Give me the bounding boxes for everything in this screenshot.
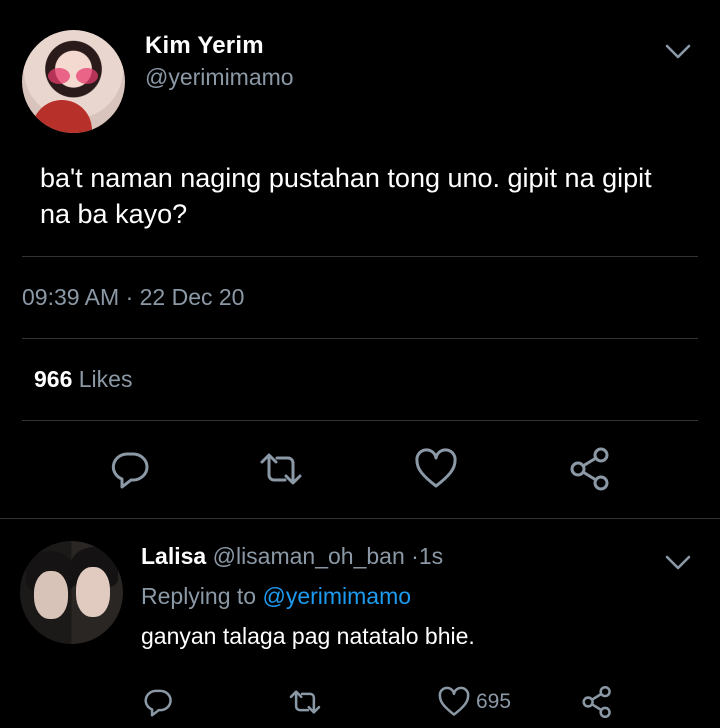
replying-prefix: Replying to (141, 583, 257, 609)
author-handle[interactable]: @yerimimamo (145, 64, 294, 91)
reply-header: Lalisa @lisaman_oh_ban ·1s (141, 543, 443, 570)
divider (22, 256, 698, 257)
reply-time[interactable]: 1s (419, 543, 443, 569)
replying-to: Replying to @yerimimamo (141, 583, 411, 610)
comment-icon[interactable] (107, 446, 153, 492)
reply-author-name[interactable]: Lalisa (141, 543, 206, 569)
likes-stat[interactable]: 966 Likes (34, 366, 132, 393)
comment-icon[interactable] (141, 685, 175, 719)
share-icon[interactable] (580, 685, 614, 719)
heart-icon[interactable] (413, 446, 459, 492)
chevron-down-icon[interactable] (664, 553, 692, 573)
author-avatar[interactable] (22, 30, 125, 133)
tweet-text: ba't naman naging pustahan tong uno. gip… (40, 163, 652, 229)
avatar-face (76, 567, 110, 617)
retweet-icon[interactable] (288, 685, 322, 719)
main-tweet: Kim Yerim @yerimimamo ba't naman naging … (0, 0, 720, 518)
tweet-timestamp[interactable]: 09:39 AM · 22 Dec 20 (22, 284, 244, 311)
avatar-face (34, 571, 68, 619)
heart-icon[interactable] (437, 685, 471, 719)
reply-avatar[interactable] (20, 541, 123, 644)
divider (22, 420, 698, 421)
likes-label: Likes (78, 366, 133, 392)
likes-count: 966 (34, 366, 73, 392)
chevron-down-icon[interactable] (664, 42, 692, 62)
reply-text: ganyan talaga pag natatalo bhie. (141, 623, 475, 649)
avatar-glasses (48, 68, 100, 86)
share-icon[interactable] (567, 446, 613, 492)
divider (22, 338, 698, 339)
retweet-icon[interactable] (258, 446, 304, 492)
author-name[interactable]: Kim Yerim (145, 32, 264, 60)
reply-tweet[interactable]: Lalisa @lisaman_oh_ban ·1s Replying to @… (0, 519, 720, 728)
reply-like-count: 695 (476, 690, 512, 713)
replying-mention[interactable]: @yerimimamo (262, 583, 411, 609)
separator-dot: · (411, 543, 419, 569)
reply-author-handle[interactable]: @lisaman_oh_ban (213, 543, 405, 569)
avatar-shirt (32, 100, 92, 133)
